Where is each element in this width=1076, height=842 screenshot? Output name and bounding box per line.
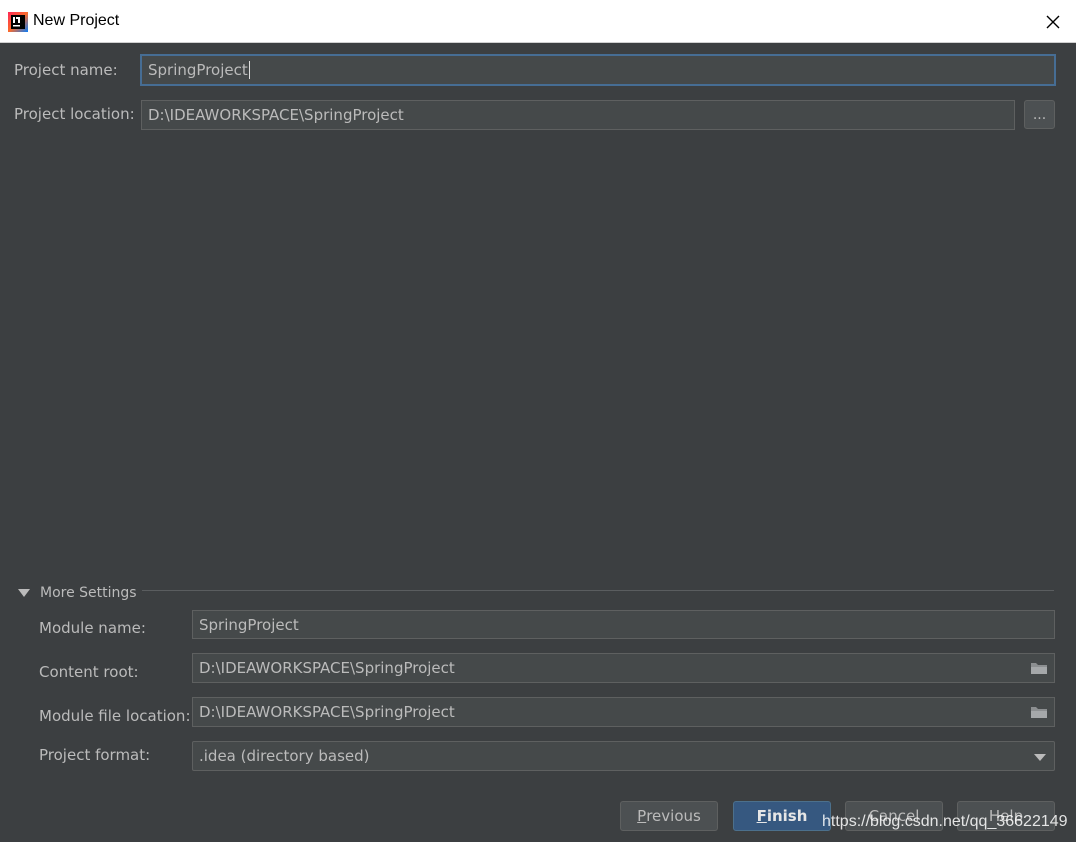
previous-button[interactable]: Previous [620, 801, 718, 831]
watermark-text: https://blog.csdn.net/qq_36622149 [822, 813, 1068, 830]
content-root-value: D:\IDEAWORKSPACE\SpringProject [199, 659, 455, 677]
project-location-input[interactable]: D:\IDEAWORKSPACE\SpringProject [141, 100, 1015, 130]
folder-icon[interactable] [1030, 660, 1048, 676]
browse-location-button[interactable]: ... [1024, 100, 1055, 129]
project-location-label: Project location: [14, 105, 135, 123]
intellij-idea-icon [8, 12, 28, 32]
content-root-label: Content root: [39, 663, 139, 681]
close-icon [1046, 15, 1060, 28]
project-name-label: Project name: [14, 61, 118, 79]
module-name-value: SpringProject [199, 615, 299, 634]
finish-mnemonic: F [756, 807, 767, 825]
text-caret [248, 61, 250, 79]
more-settings-toggle[interactable]: More Settings [18, 585, 137, 601]
project-format-value: .idea (directory based) [199, 747, 370, 765]
module-file-location-input[interactable]: D:\IDEAWORKSPACE\SpringProject [192, 697, 1055, 727]
module-name-label: Module name: [39, 619, 146, 637]
content-root-input[interactable]: D:\IDEAWORKSPACE\SpringProject [192, 653, 1055, 683]
project-format-label: Project format: [39, 746, 151, 764]
finish-button[interactable]: Finish [733, 801, 831, 831]
chevron-down-icon [1034, 754, 1046, 761]
module-file-location-label: Module file location: [39, 707, 191, 725]
title-bar: New Project [0, 0, 1076, 43]
dialog-content: Project name: SpringProject Project loca… [0, 43, 1076, 842]
expand-triangle-icon [18, 589, 30, 597]
section-divider [142, 590, 1054, 591]
finish-label: inish [766, 807, 808, 825]
project-name-input[interactable]: SpringProject [140, 54, 1056, 86]
module-name-input[interactable]: SpringProject [192, 610, 1055, 639]
folder-icon[interactable] [1030, 704, 1048, 720]
close-button[interactable] [1030, 0, 1076, 43]
project-name-value: SpringProject [148, 61, 248, 79]
more-settings-label: More Settings [40, 585, 137, 601]
previous-mnemonic: P [637, 807, 647, 825]
project-format-select[interactable]: .idea (directory based) [192, 741, 1055, 771]
module-file-location-value: D:\IDEAWORKSPACE\SpringProject [199, 703, 455, 721]
project-location-value: D:\IDEAWORKSPACE\SpringProject [148, 106, 404, 124]
previous-label: revious [646, 807, 701, 825]
window-title: New Project [33, 12, 120, 29]
